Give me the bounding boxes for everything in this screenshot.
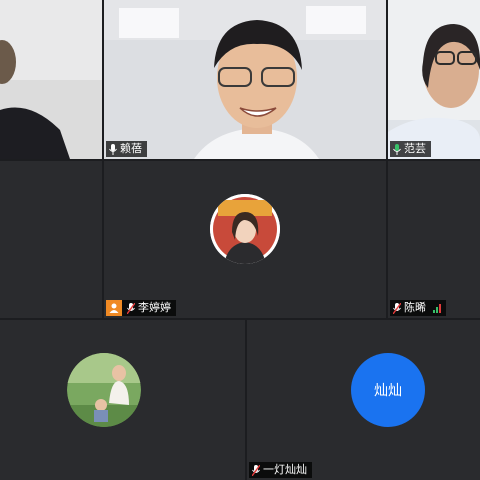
video-tile-participant-3[interactable]: 范芸	[388, 0, 480, 159]
participant-2-nameplate: 赖蓓	[106, 141, 147, 157]
participant-7-nameplate: 一灯灿灿	[249, 462, 312, 478]
mic-muted-icon	[127, 302, 135, 314]
video-tile-participant-6[interactable]	[0, 320, 245, 480]
participant-7-avatar: 灿灿	[351, 353, 425, 427]
participant-1-video	[0, 0, 102, 159]
video-tile-participant-1[interactable]	[0, 0, 102, 159]
participant-5-nameplate: 陈晞	[390, 300, 446, 316]
participant-5-name: 陈晞	[404, 301, 426, 314]
mic-icon	[109, 143, 117, 155]
video-tile-participant-2[interactable]: 赖蓓	[104, 0, 386, 159]
participant-3-video	[388, 0, 480, 159]
participant-4-avatar	[210, 194, 280, 264]
participant-4-nameplate: 李婷婷	[106, 300, 176, 316]
participant-3-nameplate: 范芸	[390, 141, 431, 157]
mic-muted-icon	[252, 464, 260, 476]
participant-3-name: 范芸	[404, 142, 426, 155]
participant-2-name: 赖蓓	[120, 142, 142, 155]
video-tile-participant-5[interactable]: 陈晞	[388, 161, 480, 318]
video-tile-participant-7[interactable]: 灿灿 一灯灿灿	[247, 320, 480, 480]
host-badge-icon	[106, 300, 122, 316]
participant-7-avatar-text: 灿灿	[374, 383, 402, 399]
participant-7-name: 一灯灿灿	[263, 463, 307, 476]
participant-4-name: 李婷婷	[138, 301, 171, 314]
signal-icon	[433, 303, 441, 313]
video-tile-participant-1-row2[interactable]	[0, 161, 102, 318]
participant-2-video	[104, 0, 386, 159]
participant-6-avatar	[67, 353, 141, 427]
mic-muted-icon	[393, 302, 401, 314]
mic-icon	[393, 143, 401, 155]
video-tile-participant-4[interactable]: 李婷婷	[104, 161, 386, 318]
